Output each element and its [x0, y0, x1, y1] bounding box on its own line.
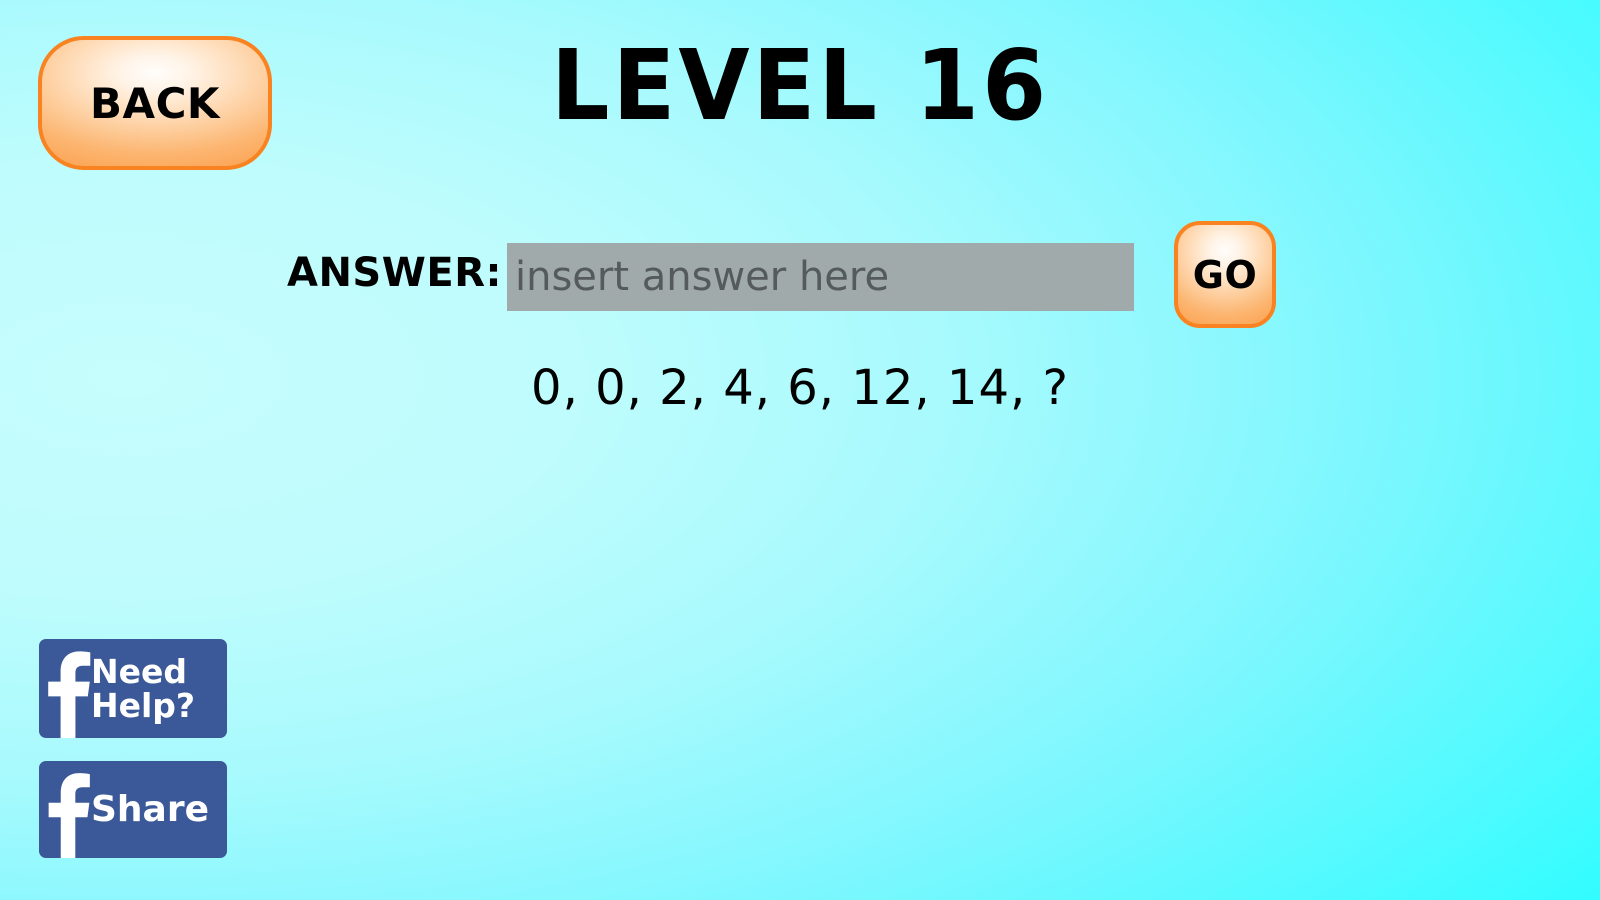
- share-button[interactable]: Share: [39, 761, 227, 858]
- page-title: LEVEL 16: [550, 28, 1050, 143]
- facebook-f-icon: [39, 639, 91, 738]
- go-button-label: GO: [1192, 252, 1258, 297]
- answer-label: ANSWER:: [287, 250, 502, 296]
- facebook-f-icon: [39, 761, 91, 858]
- need-help-button-label: Need Help?: [91, 651, 196, 725]
- need-help-button[interactable]: Need Help?: [39, 639, 227, 738]
- share-button-label: Share: [91, 788, 210, 830]
- answer-input[interactable]: [507, 243, 1134, 311]
- answer-row: ANSWER:: [0, 240, 1600, 312]
- game-screen: BACK LEVEL 16 ANSWER: GO 0, 0, 2, 4, 6, …: [0, 0, 1600, 900]
- go-button[interactable]: GO: [1174, 221, 1276, 328]
- puzzle-sequence: 0, 0, 2, 4, 6, 12, 14, ?: [531, 360, 1069, 416]
